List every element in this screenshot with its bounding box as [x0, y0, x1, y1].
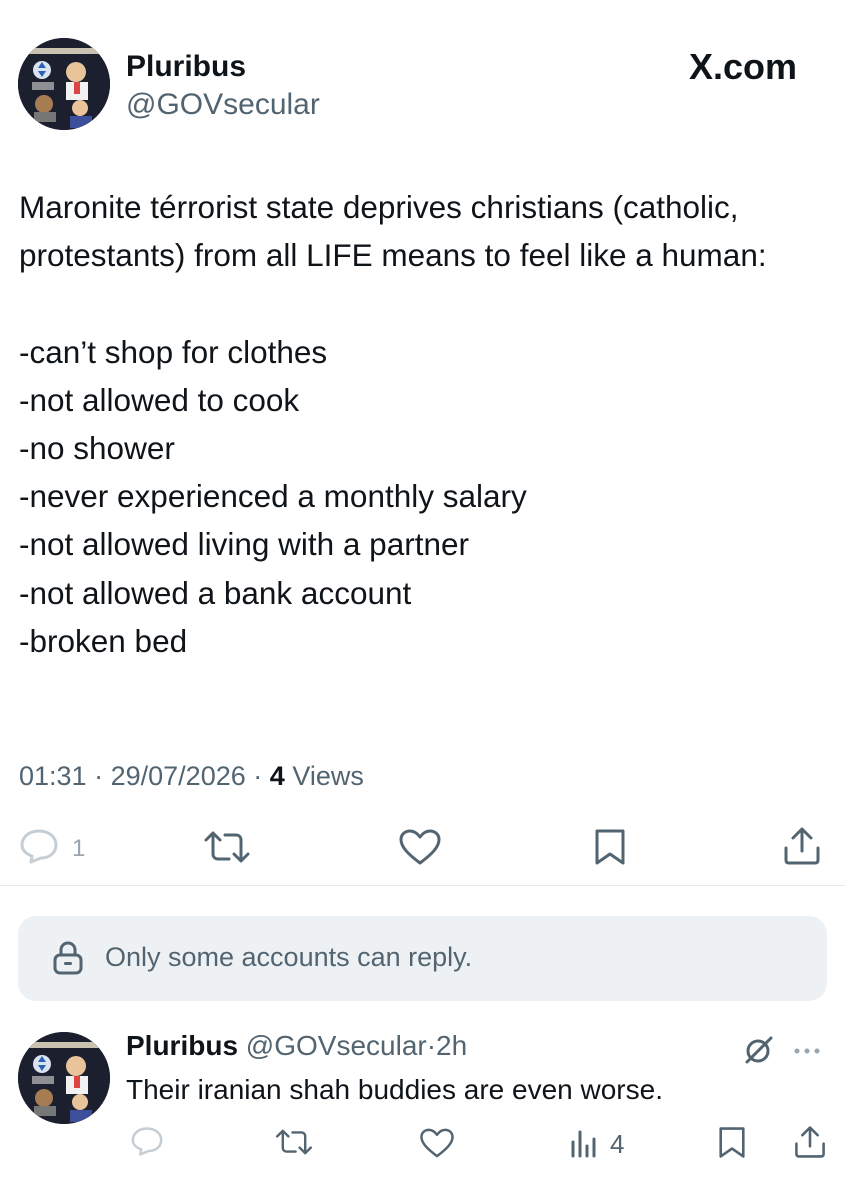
tweet-meta: 01:31 · 29/07/2026 · 4 Views — [19, 763, 364, 790]
reply-count: 1 — [72, 835, 86, 862]
reply-retweet-button[interactable] — [274, 1128, 314, 1161]
meta-separator: · — [94, 761, 104, 791]
reply-button[interactable] — [19, 828, 59, 869]
reply-avatar[interactable] — [18, 1032, 110, 1124]
tweet-date: 29/07/2026 — [110, 761, 246, 791]
reply-text: Their iranian shah buddies are even wors… — [126, 1074, 663, 1105]
retweet-icon — [276, 1129, 312, 1155]
divider — [0, 885, 845, 886]
reply-header: Pluribus @GOVsecular·2h — [126, 1032, 467, 1060]
author-handle[interactable]: @GOVsecular — [126, 90, 320, 120]
share-button[interactable] — [782, 826, 822, 871]
avatar[interactable] — [18, 38, 110, 130]
bookmark-button[interactable] — [593, 828, 627, 871]
share-icon — [795, 1126, 825, 1158]
lock-icon — [52, 940, 84, 981]
reply-reply-button[interactable] — [130, 1126, 164, 1161]
views-icon — [571, 1130, 596, 1158]
reply-time[interactable]: 2h — [436, 1030, 467, 1061]
bookmark-icon — [719, 1127, 745, 1158]
reply-views-button[interactable] — [570, 1128, 598, 1163]
more-button[interactable] — [792, 1043, 822, 1061]
retweet-button[interactable] — [202, 830, 252, 869]
share-icon — [784, 827, 820, 865]
tweet-text: Maronite térrorist state deprives christ… — [19, 189, 767, 659]
grok-button[interactable] — [743, 1034, 775, 1071]
avatar-image — [18, 1032, 110, 1124]
grok-icon — [745, 1036, 773, 1064]
author-name[interactable]: Pluribus — [126, 52, 246, 82]
meta-separator: · — [253, 761, 263, 791]
reply-author-name[interactable]: Pluribus — [126, 1030, 238, 1061]
reply-like-button[interactable] — [419, 1127, 455, 1164]
reply-share-button[interactable] — [793, 1125, 827, 1164]
reply-bookmark-button[interactable] — [717, 1126, 747, 1164]
reply-views-count: 4 — [610, 1129, 625, 1159]
reply-icon — [20, 829, 58, 864]
avatar-image — [18, 38, 110, 130]
views-label[interactable]: Views — [292, 761, 364, 791]
like-icon — [399, 829, 441, 865]
tweet-time: 01:31 — [19, 761, 87, 791]
views-count: 4 — [269, 761, 285, 791]
reply-separator: · — [426, 1030, 437, 1061]
retweet-icon — [204, 831, 250, 863]
like-icon — [420, 1128, 454, 1158]
reply-icon — [131, 1127, 163, 1156]
more-icon — [794, 1048, 820, 1054]
source-label: X.com — [689, 46, 798, 87]
reply-author-handle[interactable]: @GOVsecular — [246, 1030, 427, 1061]
restriction-text: Only some accounts can reply. — [105, 942, 473, 972]
bookmark-icon — [595, 829, 625, 865]
like-button[interactable] — [398, 828, 442, 871]
